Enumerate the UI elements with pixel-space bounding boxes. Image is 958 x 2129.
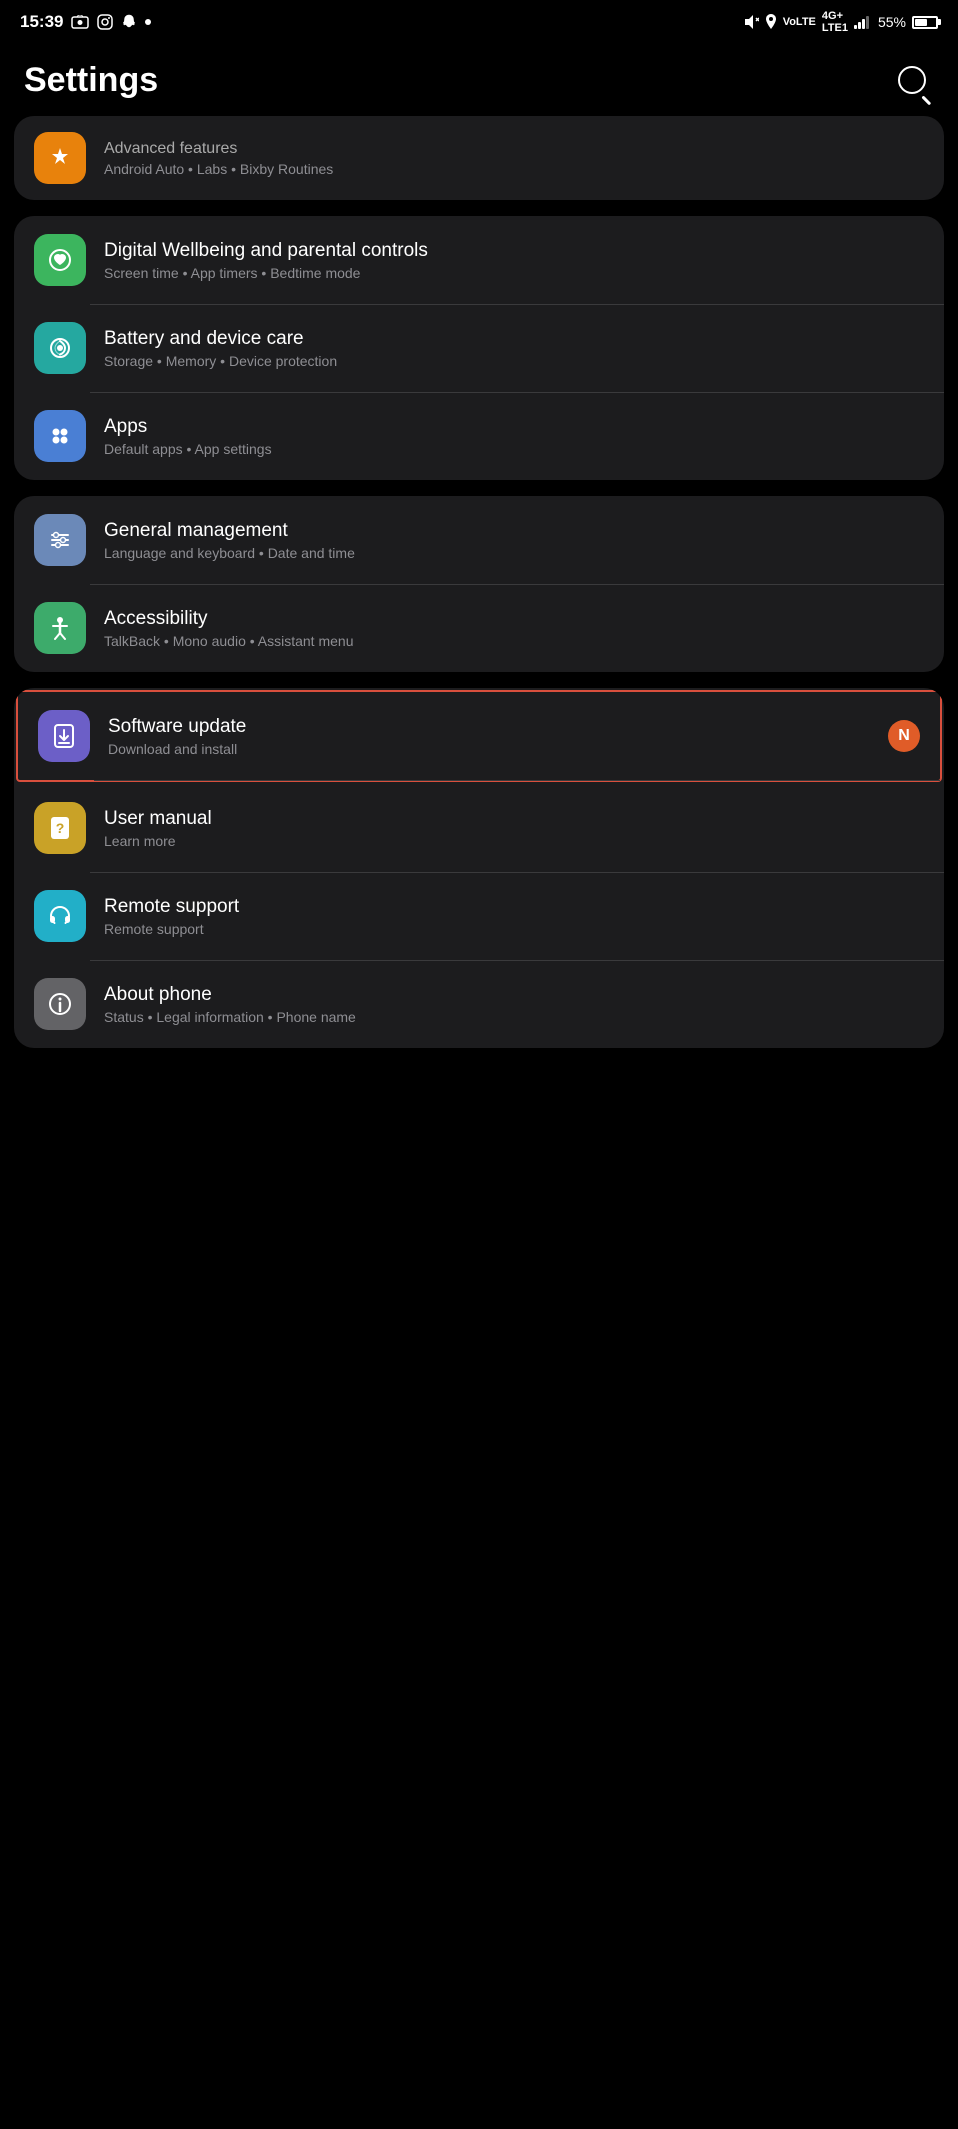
remote-support-text: Remote support Remote support bbox=[104, 896, 924, 937]
location-icon bbox=[765, 14, 777, 30]
apps-title: Apps bbox=[104, 416, 924, 438]
about-phone-subtitle: Status • Legal information • Phone name bbox=[104, 1009, 924, 1025]
page-title: Settings bbox=[24, 61, 158, 100]
advanced-features-title: Advanced features bbox=[104, 140, 924, 158]
about-phone-item[interactable]: About phone Status • Legal information •… bbox=[14, 960, 944, 1048]
user-manual-title: User manual bbox=[104, 808, 924, 830]
settings-group-2: General management Language and keyboard… bbox=[14, 496, 944, 672]
battery-device-text: Battery and device care Storage • Memory… bbox=[104, 328, 924, 369]
apps-subtitle: Default apps • App settings bbox=[104, 441, 924, 457]
about-phone-icon bbox=[34, 978, 86, 1030]
digital-wellbeing-item[interactable]: Digital Wellbeing and parental controls … bbox=[14, 216, 944, 304]
settings-group-3: Software update Download and install N ?… bbox=[14, 688, 944, 1048]
network-type: 4G+LTE1 bbox=[822, 10, 848, 34]
software-update-badge: N bbox=[888, 720, 920, 752]
digital-wellbeing-icon bbox=[34, 234, 86, 286]
snapchat-icon bbox=[121, 14, 137, 30]
search-button[interactable] bbox=[890, 58, 934, 102]
svg-text:?: ? bbox=[56, 820, 65, 836]
signal-icon bbox=[854, 15, 872, 29]
user-manual-item[interactable]: ? User manual Learn more bbox=[14, 784, 944, 872]
dot-indicator bbox=[145, 19, 151, 25]
digital-wellbeing-title: Digital Wellbeing and parental controls bbox=[104, 240, 924, 262]
general-management-subtitle: Language and keyboard • Date and time bbox=[104, 545, 924, 561]
advanced-features-item[interactable]: Advanced features Android Auto • Labs • … bbox=[14, 116, 944, 200]
mute-icon bbox=[743, 14, 759, 30]
apps-item[interactable]: Apps Default apps • App settings bbox=[14, 392, 944, 480]
about-phone-text: About phone Status • Legal information •… bbox=[104, 984, 924, 1025]
status-left: 15:39 bbox=[20, 12, 151, 32]
general-management-icon bbox=[34, 514, 86, 566]
general-management-text: General management Language and keyboard… bbox=[104, 520, 924, 561]
accessibility-icon bbox=[34, 602, 86, 654]
general-management-item[interactable]: General management Language and keyboard… bbox=[14, 496, 944, 584]
volte-indicator: VoLTE bbox=[783, 16, 816, 28]
digital-wellbeing-text: Digital Wellbeing and parental controls … bbox=[104, 240, 924, 281]
remote-support-subtitle: Remote support bbox=[104, 921, 924, 937]
remote-support-icon bbox=[34, 890, 86, 942]
accessibility-subtitle: TalkBack • Mono audio • Assistant menu bbox=[104, 633, 924, 649]
battery-device-title: Battery and device care bbox=[104, 328, 924, 350]
status-right: VoLTE 4G+LTE1 55% bbox=[743, 10, 938, 34]
settings-content: Advanced features Android Auto • Labs • … bbox=[0, 116, 958, 1048]
software-update-icon bbox=[38, 710, 90, 762]
advanced-features-icon bbox=[34, 132, 86, 184]
battery-icon bbox=[912, 16, 938, 29]
software-update-item[interactable]: Software update Download and install N bbox=[16, 690, 942, 782]
digital-wellbeing-subtitle: Screen time • App timers • Bedtime mode bbox=[104, 265, 924, 281]
software-update-subtitle: Download and install bbox=[108, 741, 888, 757]
software-update-text: Software update Download and install bbox=[108, 716, 888, 757]
instagram-icon bbox=[97, 14, 113, 30]
status-time: 15:39 bbox=[20, 12, 63, 32]
user-manual-subtitle: Learn more bbox=[104, 833, 924, 849]
header: Settings bbox=[0, 40, 958, 116]
photo-icon bbox=[71, 15, 89, 29]
accessibility-text: Accessibility TalkBack • Mono audio • As… bbox=[104, 608, 924, 649]
advanced-features-subtitle: Android Auto • Labs • Bixby Routines bbox=[104, 161, 924, 177]
user-manual-text: User manual Learn more bbox=[104, 808, 924, 849]
accessibility-title: Accessibility bbox=[104, 608, 924, 630]
remote-support-item[interactable]: Remote support Remote support bbox=[14, 872, 944, 960]
search-icon bbox=[898, 66, 926, 94]
remote-support-title: Remote support bbox=[104, 896, 924, 918]
battery-percent: 55% bbox=[878, 14, 906, 30]
status-bar: 15:39 VoLTE 4G+LTE1 55% bbox=[0, 0, 958, 40]
battery-device-subtitle: Storage • Memory • Device protection bbox=[104, 353, 924, 369]
about-phone-title: About phone bbox=[104, 984, 924, 1006]
advanced-features-text: Advanced features Android Auto • Labs • … bbox=[104, 140, 924, 177]
apps-icon bbox=[34, 410, 86, 462]
apps-text: Apps Default apps • App settings bbox=[104, 416, 924, 457]
battery-device-item[interactable]: Battery and device care Storage • Memory… bbox=[14, 304, 944, 392]
software-update-title: Software update bbox=[108, 716, 888, 738]
user-manual-icon: ? bbox=[34, 802, 86, 854]
general-management-title: General management bbox=[104, 520, 924, 542]
settings-group-1: Digital Wellbeing and parental controls … bbox=[14, 216, 944, 480]
battery-device-icon bbox=[34, 322, 86, 374]
accessibility-item[interactable]: Accessibility TalkBack • Mono audio • As… bbox=[14, 584, 944, 672]
